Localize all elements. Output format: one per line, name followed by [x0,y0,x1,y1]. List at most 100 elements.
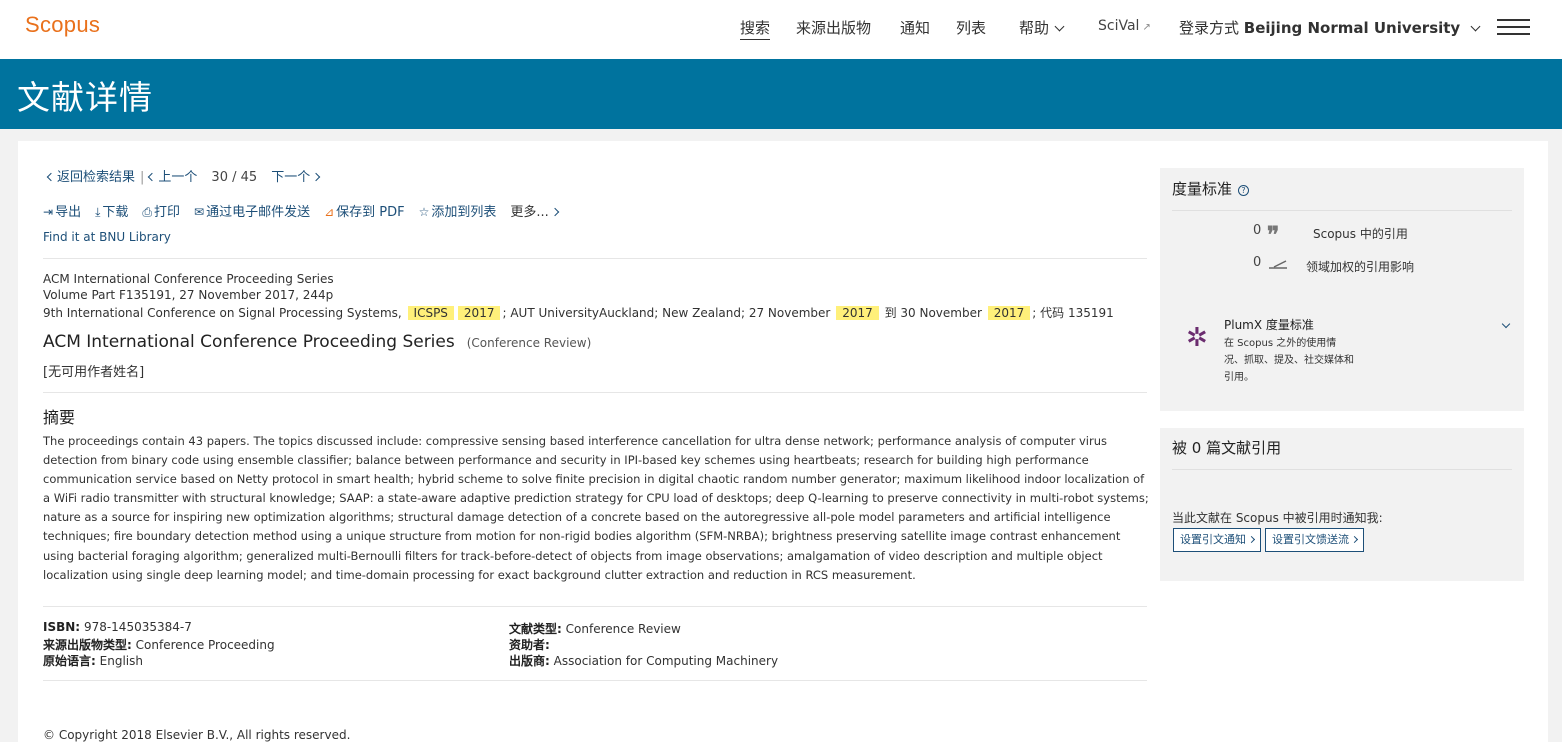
nav-lists[interactable]: 列表 [956,17,986,38]
chevron-down-icon [1054,21,1065,32]
chevron-down-icon [1470,21,1481,32]
author-list: [无可用作者姓名] [43,365,145,380]
pager-slash: / [232,170,237,185]
cited-by-heading: 被 0 篇文献引用 [1172,439,1282,457]
top-navigation-bar: Scopus 搜索 来源出版物 通知 列表 帮助 SciVal ↗ 登录方式 Be… [0,0,1562,59]
set-citation-alert-button[interactable]: 设置引文通知 [1173,528,1261,552]
divider [1172,210,1512,211]
save-pdf-label: 保存到 PDF [336,205,405,220]
sponsor-row: 资助者: [509,636,550,653]
publisher-label: 出版商: [509,654,550,668]
download-button[interactable]: ⤓ 下载 [95,201,128,220]
source-title-line: ACM International Conference Proceeding … [43,272,334,286]
login-institution: Beijing Normal University [1243,19,1461,37]
export-icon: ⇥ [43,205,54,219]
highlight-term: 2017 [457,306,501,320]
download-icon: ⤓ [95,205,101,219]
prev-result-link[interactable]: 上一个 [148,170,198,185]
chevron-left-icon [46,172,56,182]
abstract-text: The proceedings contain 43 papers. The t… [43,434,1149,582]
conference-end-date: 到 30 November [884,306,982,320]
plumx-title[interactable]: PlumX 度量标准 [1224,316,1314,333]
abstract-heading: 摘要 [43,408,76,427]
next-result-link[interactable]: 下一个 [271,170,321,185]
back-to-results-label: 返回检索结果 [57,170,136,185]
add-to-list-button[interactable]: ☆ 添加到列表 [419,201,497,220]
chevron-right-icon [1247,535,1256,544]
print-button[interactable]: ⎙ 打印 [142,201,180,220]
chevron-right-icon [550,207,560,217]
divider [43,258,1147,259]
save-pdf-button[interactable]: ⊿ 保存到 PDF [324,201,405,220]
prev-result-label: 上一个 [158,170,198,185]
add-to-list-label: 添加到列表 [431,205,497,220]
nav-scival-label: SciVal [1098,18,1140,34]
more-button[interactable]: 更多... [510,201,560,220]
doc-type-label: 文献类型: [509,622,562,636]
more-label: 更多... [510,205,549,220]
source-type-label: 来源出版物类型: [43,638,132,652]
chevron-right-icon [311,172,321,182]
conference-code: ; 代码 135191 [1032,306,1114,320]
print-label: 打印 [154,205,181,220]
find-it-link[interactable]: Find it at BNU Library [43,230,171,244]
set-citation-alert-label: 设置引文通知 [1180,533,1246,546]
divider [43,606,1147,607]
doc-type-row: 文献类型: Conference Review [509,620,681,637]
result-pager: 返回检索结果 | 上一个 30 / 45 下一个 [46,166,321,185]
fwci-label: 领域加权的引用影响 [1306,260,1415,274]
plumx-description: 在 Scopus 之外的使用情况、抓取、提及、社交媒体和引用。 [1224,338,1354,383]
page-title: 文献详情 [17,78,153,117]
next-result-label: 下一个 [271,170,311,185]
citation-quote-icon: ❜❜ [1267,222,1279,248]
isbn-value: 978-145035384-7 [83,620,192,634]
source-volume-line: Volume Part F135191, 27 November 2017, 2… [43,288,334,302]
login-menu[interactable]: 登录方式 Beijing Normal University [1179,17,1481,38]
isbn-label: ISBN: [43,620,81,634]
sponsor-label: 资助者: [509,638,550,652]
publisher-value: Association for Computing Machinery [553,654,779,668]
nav-help[interactable]: 帮助 [1019,17,1065,38]
total-count: 45 [240,170,258,185]
document-actions: ⇥ 导出 ⤓ 下载 ⎙ 打印 ✉ 通过电子邮件发送 ⊿ 保存到 PDF ☆ 添加到列表 更多... [43,201,572,220]
email-label: 通过电子邮件发送 [206,205,311,220]
hamburger-menu-icon[interactable] [1497,19,1530,37]
login-prefix: 登录方式 [1179,19,1240,37]
page-banner: 文献详情 [0,59,1562,129]
divider [1172,469,1512,470]
isbn-row: ISBN: 978-145035384-7 [43,620,192,634]
nav-sources[interactable]: 来源出版物 [796,17,871,38]
set-citation-feed-button[interactable]: 设置引文馈送流 [1265,528,1364,552]
back-to-results-link[interactable]: 返回检索结果 [46,170,136,185]
export-button[interactable]: ⇥ 导出 [43,201,81,220]
external-link-icon: ↗ [1142,22,1151,33]
fwci-count[interactable]: 0 [1253,255,1261,270]
source-type-value: Conference Proceeding [135,638,275,652]
copyright-notice: © Copyright 2018 Elsevier B.V., All righ… [43,728,351,742]
source-type-row: 来源出版物类型: Conference Proceeding [43,636,275,653]
metrics-heading-label: 度量标准 [1172,180,1233,198]
separator: | [140,170,145,185]
email-button[interactable]: ✉ 通过电子邮件发送 [194,201,310,220]
metrics-heading: 度量标准? [1172,178,1250,199]
nav-scival[interactable]: SciVal ↗ [1098,18,1151,34]
star-icon: ☆ [418,205,430,219]
language-value: English [99,654,143,668]
citations-label: Scopus 中的引用 [1313,227,1408,241]
scopus-logo[interactable]: Scopus [25,12,100,38]
conference-location: ; AUT UniversityAuckland; New Zealand; 2… [502,306,831,320]
pdf-icon: ⊿ [324,205,335,219]
publisher-row: 出版商: Association for Computing Machinery [509,652,778,669]
citations-count[interactable]: 0 [1253,223,1261,238]
nav-alerts[interactable]: 通知 [900,17,930,38]
highlight-term: 2017 [836,306,879,320]
chevron-right-icon [1350,535,1359,544]
print-icon: ⎙ [142,205,153,219]
current-index: 30 [211,170,228,185]
nav-help-label: 帮助 [1019,19,1050,37]
help-icon[interactable]: ? [1238,185,1250,196]
nav-search[interactable]: 搜索 [740,17,771,40]
language-row: 原始语言: English [43,652,143,669]
citation-notify-text: 当此文献在 Scopus 中被引用时通知我: [1172,511,1383,525]
export-label: 导出 [55,205,82,220]
